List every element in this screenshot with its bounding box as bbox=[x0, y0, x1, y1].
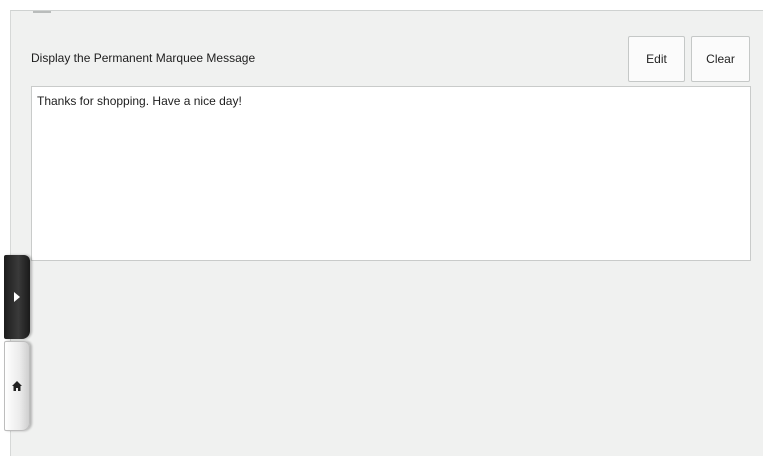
marquee-settings-panel: Display the Permanent Marquee Message Ed… bbox=[10, 10, 763, 456]
page-title: Display the Permanent Marquee Message bbox=[31, 51, 256, 65]
home-tab[interactable] bbox=[4, 341, 30, 431]
expand-menu-tab[interactable] bbox=[4, 255, 30, 339]
edit-button[interactable]: Edit bbox=[628, 36, 685, 82]
top-divider bbox=[33, 11, 51, 13]
marquee-message-field[interactable]: Thanks for shopping. Have a nice day! bbox=[31, 86, 751, 261]
clear-button[interactable]: Clear bbox=[691, 36, 750, 82]
home-icon bbox=[11, 380, 23, 392]
chevron-right-icon bbox=[13, 291, 21, 303]
